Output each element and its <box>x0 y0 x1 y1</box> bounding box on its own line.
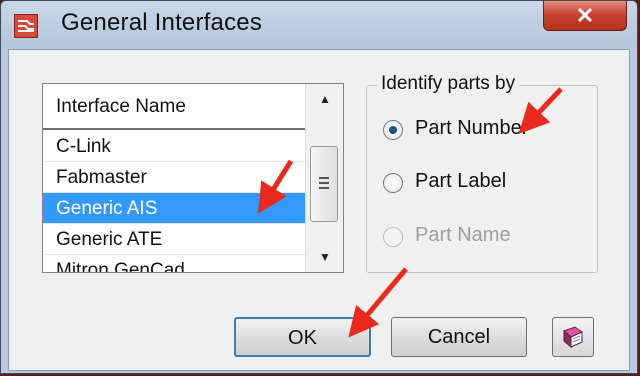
window-title: General Interfaces <box>61 9 263 36</box>
identify-parts-group: Identify parts by Part Number Part Label… <box>366 73 598 273</box>
circuit-icon <box>18 20 34 32</box>
dialog-body: Interface Name C-Link Fabmaster Generic … <box>8 49 630 371</box>
radio-checked-icon <box>383 120 403 140</box>
interface-list[interactable]: Interface Name C-Link Fabmaster Generic … <box>42 83 344 273</box>
ok-button[interactable]: OK <box>234 317 371 357</box>
radio-part-label[interactable]: Part Label <box>383 169 593 197</box>
help-book-icon <box>563 326 583 349</box>
scroll-down-arrow-icon[interactable]: ▼ <box>306 242 343 272</box>
radio-part-name: Part Name <box>383 223 593 251</box>
scroll-up-arrow-icon[interactable]: ▲ <box>306 84 343 114</box>
cancel-button[interactable]: Cancel <box>391 317 527 357</box>
radio-disabled-icon <box>383 227 403 247</box>
list-item[interactable]: C-Link <box>43 131 305 162</box>
title-bar[interactable]: General Interfaces ✕ <box>1 1 637 47</box>
list-item[interactable]: Fabmaster <box>43 162 305 193</box>
group-legend: Identify parts by <box>377 73 520 95</box>
radio-unchecked-icon <box>383 173 403 193</box>
list-rows: C-Link Fabmaster Generic AIS Generic ATE… <box>43 131 305 272</box>
help-button[interactable] <box>552 317 594 357</box>
close-button[interactable]: ✕ <box>543 1 627 31</box>
list-column-header[interactable]: Interface Name <box>43 84 305 130</box>
radio-label: Part Label <box>415 170 507 192</box>
app-icon <box>14 14 38 38</box>
list-item[interactable]: Generic ATE <box>43 224 305 255</box>
general-interfaces-dialog: General Interfaces ✕ Interface Name C-Li… <box>0 0 638 374</box>
list-item-selected[interactable]: Generic AIS <box>43 193 305 224</box>
list-header-label: Interface Name <box>56 96 186 117</box>
scroll-thumb[interactable] <box>310 146 338 222</box>
radio-part-number[interactable]: Part Number <box>383 116 593 144</box>
close-icon: ✕ <box>575 3 595 28</box>
list-item[interactable]: Mitron GenCad <box>43 255 305 272</box>
list-scrollbar[interactable]: ▲ ▼ <box>305 84 343 272</box>
radio-label: Part Number <box>415 117 529 139</box>
radio-label: Part Name <box>415 224 511 246</box>
